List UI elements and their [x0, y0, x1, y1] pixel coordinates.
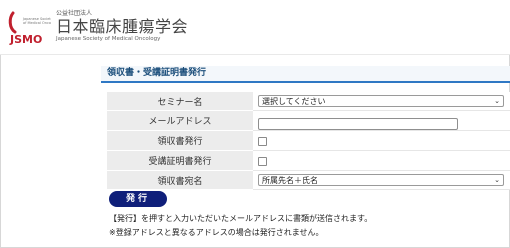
org-name-ja: 日本臨床腫瘍学会 — [56, 17, 189, 36]
issue-note: 【発行】を押すと入力いただいたメールアドレスに書類が送信されます。 — [109, 214, 373, 223]
chevron-down-icon: ⌄ — [494, 97, 500, 105]
seminar-select[interactable]: 選択してください ⌄ — [258, 95, 504, 107]
certificate-label: 受講証明書発行 — [107, 151, 253, 171]
seminar-row: セミナー名 選択してください ⌄ — [107, 92, 510, 111]
address-warning: ※登録アドレスと異なるアドレスの場合は発行されません。 — [109, 228, 324, 237]
seminar-select-value: 選択してください — [262, 96, 326, 106]
certificate-row: 受講証明書発行 — [107, 151, 510, 171]
issue-form: 領収書・受講証明書発行 セミナー名 選択してください ⌄ メールアドレス 領収書… — [101, 66, 510, 248]
certificate-checkbox[interactable] — [258, 157, 267, 166]
form-table: セミナー名 選択してください ⌄ メールアドレス 領収書発行 受講証明書発行 領… — [107, 92, 510, 190]
addressee-select[interactable]: 所属先名＋氏名 ⌄ — [258, 174, 504, 186]
section-divider — [101, 81, 510, 83]
chevron-down-icon: ⌄ — [494, 176, 500, 184]
site-header: Japanese Society of Medical Oncology JSM… — [0, 0, 510, 55]
section-title: 領収書・受講証明書発行 — [101, 66, 510, 81]
addressee-label: 領収書宛名 — [107, 171, 253, 190]
email-row: メールアドレス — [107, 111, 510, 131]
jsmo-logo[interactable]: Japanese Society of Medical Oncology JSM… — [7, 10, 58, 46]
email-field[interactable] — [258, 117, 458, 130]
org-name-en: Japanese Society of Medical Oncology — [56, 36, 161, 42]
org-name: 公益社団法人 日本臨床腫瘍学会 Japanese Society of Medi… — [56, 10, 236, 46]
addressee-row: 領収書宛名 所属先名＋氏名 ⌄ — [107, 171, 510, 190]
receipt-label: 領収書発行 — [107, 131, 253, 151]
svg-text:JSMO: JSMO — [9, 33, 42, 46]
receipt-checkbox[interactable] — [258, 137, 267, 146]
receipt-row: 領収書発行 — [107, 131, 510, 151]
svg-text:of Medical Oncology: of Medical Oncology — [23, 21, 51, 25]
seminar-label: セミナー名 — [107, 92, 253, 111]
issue-button[interactable]: 発行 — [109, 191, 167, 207]
addressee-select-value: 所属先名＋氏名 — [262, 175, 318, 185]
email-label: メールアドレス — [107, 111, 253, 131]
